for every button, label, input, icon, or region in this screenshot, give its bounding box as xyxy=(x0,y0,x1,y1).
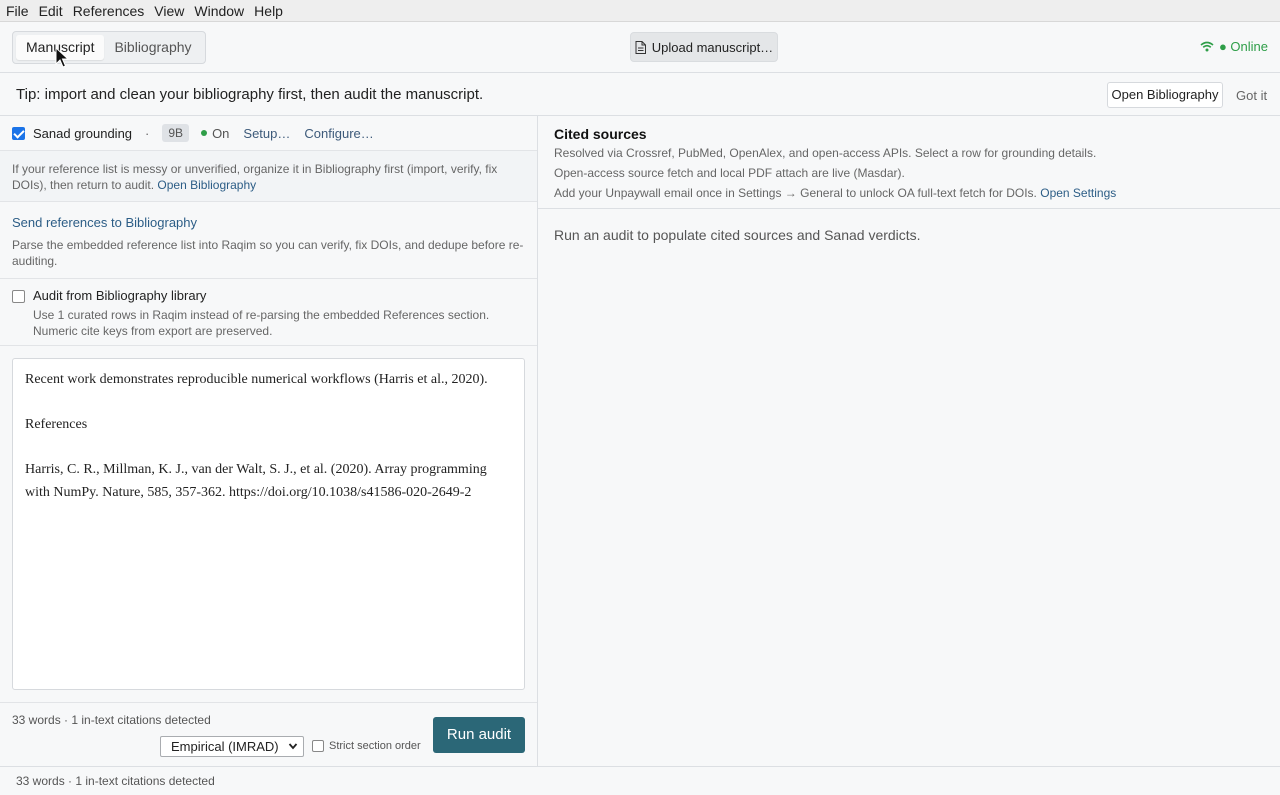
cited-sources-panel: Cited sources Resolved via Crossref, Pub… xyxy=(538,116,1280,766)
document-icon xyxy=(635,40,646,54)
tip-dismiss-button[interactable]: Got it xyxy=(1236,88,1267,103)
sanad-row: Sanad grounding · 9B On Setup… Configure… xyxy=(0,116,537,151)
view-switcher: Manuscript Bibliography xyxy=(12,31,206,64)
tip-banner: Tip: import and clean your bibliography … xyxy=(0,73,1280,116)
tip-open-bibliography-button[interactable]: Open Bibliography xyxy=(1107,82,1223,108)
audit-footer: 33 words · 1 in-text citations detected … xyxy=(0,702,537,766)
status-bar: 33 words · 1 in-text citations detected xyxy=(0,766,1280,795)
manuscript-template-select[interactable]: Empirical (IMRAD) xyxy=(160,736,304,757)
cited-sources-header: Cited sources Resolved via Crossref, Pub… xyxy=(538,116,1280,209)
send-references-link[interactable]: Send references to Bibliography xyxy=(12,215,525,230)
tip-text: Tip: import and clean your bibliography … xyxy=(16,86,484,103)
model-badge: 9B xyxy=(162,124,190,142)
chevron-down-icon xyxy=(288,743,298,750)
toolbar: Manuscript Bibliography Upload manuscrip… xyxy=(0,22,1280,73)
run-audit-button[interactable]: Run audit xyxy=(433,717,525,753)
word-count: 33 words · 1 in-text citations detected xyxy=(12,713,211,727)
strict-section-order-label: Strict section order xyxy=(329,740,421,752)
configure-link[interactable]: Configure… xyxy=(304,126,373,141)
open-settings-link[interactable]: Open Settings xyxy=(1040,186,1116,200)
audit-panel: Sanad grounding · 9B On Setup… Configure… xyxy=(0,116,538,766)
cited-sources-line: Resolved via Crossref, PubMed, OpenAlex,… xyxy=(554,146,1097,160)
cited-sources-line: Open-access source fetch and local PDF a… xyxy=(554,166,905,180)
sanad-status-label: On xyxy=(212,125,230,141)
cited-sources-empty-state: Run an audit to populate cited sources a… xyxy=(554,227,921,243)
menu-edit[interactable]: Edit xyxy=(34,0,68,22)
online-label: ● Online xyxy=(1218,39,1268,54)
wifi-icon xyxy=(1200,41,1214,52)
separator: · xyxy=(145,125,150,141)
menu-window[interactable]: Window xyxy=(189,0,249,22)
audit-from-library-label: Audit from Bibliography library xyxy=(33,288,207,303)
menu-references[interactable]: References xyxy=(68,0,150,22)
manuscript-paragraph: References xyxy=(25,417,88,432)
upload-manuscript-button[interactable]: Upload manuscript… xyxy=(630,32,778,62)
strict-section-order: Strict section order xyxy=(312,740,421,752)
cited-sources-title: Cited sources xyxy=(554,126,647,142)
manuscript-editor[interactable]: Recent work demonstrates reproducible nu… xyxy=(12,358,525,690)
menu-help[interactable]: Help xyxy=(249,0,288,22)
open-bibliography-link[interactable]: Open Bibliography xyxy=(157,178,256,192)
setup-link[interactable]: Setup… xyxy=(243,126,290,141)
upload-label: Upload manuscript… xyxy=(651,39,774,55)
audit-from-library-desc: Use 1 curated rows in Raqim instead of r… xyxy=(33,308,490,338)
send-references-section: Send references to Bibliography Parse th… xyxy=(0,202,537,279)
send-references-desc: Parse the embedded reference list into R… xyxy=(12,238,524,268)
audit-from-library-checkbox[interactable] xyxy=(12,290,25,303)
mouse-cursor-icon xyxy=(55,47,69,68)
sanad-grounding-label: Sanad grounding xyxy=(33,125,133,141)
tab-bibliography[interactable]: Bibliography xyxy=(104,35,201,60)
audit-from-library-section: Audit from Bibliography library Use 1 cu… xyxy=(0,279,537,346)
manuscript-paragraph: Recent work demonstrates reproducible nu… xyxy=(25,372,488,387)
menu-view[interactable]: View xyxy=(149,0,189,22)
cited-sources-line: Add your Unpaywall email once in Setting… xyxy=(554,183,1264,203)
manuscript-paragraph: Harris, C. R., Millman, K. J., van der W… xyxy=(25,462,487,500)
status-dot-icon xyxy=(201,130,208,136)
sanad-grounding-checkbox[interactable] xyxy=(12,126,25,140)
unpaywall-hint: Add your Unpaywall email once in Setting… xyxy=(554,186,1037,200)
menu-bar: File Edit References View Window Help xyxy=(0,0,1280,22)
connection-status: ● Online xyxy=(1200,39,1268,54)
strict-section-order-checkbox[interactable] xyxy=(312,740,324,752)
bibliography-hint: If your reference list is messy or unver… xyxy=(0,151,537,202)
template-selected: Empirical (IMRAD) xyxy=(171,739,279,754)
menu-file[interactable]: File xyxy=(0,0,34,22)
status-bar-text: 33 words · 1 in-text citations detected xyxy=(16,774,215,788)
sanad-status: On xyxy=(201,126,229,141)
